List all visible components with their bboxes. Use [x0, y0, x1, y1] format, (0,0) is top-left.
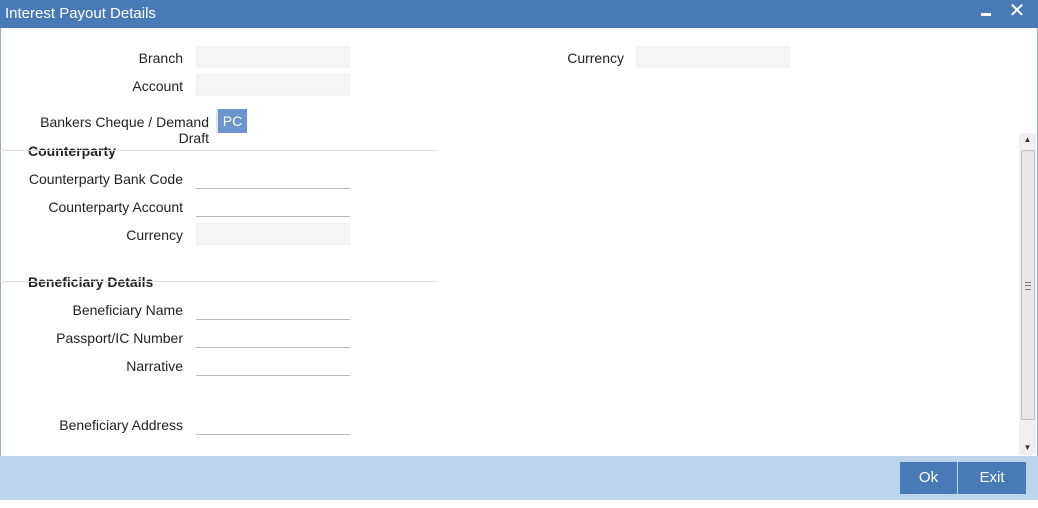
grip-icon — [1025, 282, 1031, 290]
beneficiary-divider — [0, 281, 438, 282]
vertical-scrollbar[interactable]: ▲ ▼ — [1019, 133, 1036, 455]
narrative-label: Narrative — [126, 358, 183, 374]
ok-button[interactable]: Ok — [900, 462, 957, 494]
pc-button[interactable]: PC — [216, 109, 247, 133]
scroll-up-icon[interactable]: ▲ — [1019, 133, 1036, 147]
narrative-field[interactable] — [196, 354, 350, 376]
beneficiary-address-field[interactable] — [196, 413, 350, 435]
branch-field[interactable] — [196, 46, 350, 68]
counterparty-currency-label: Currency — [126, 227, 183, 243]
branch-label: Branch — [138, 50, 183, 66]
close-icon[interactable]: ✕ — [1006, 0, 1028, 26]
bottom-edge — [0, 500, 1038, 508]
beneficiary-name-label: Beneficiary Name — [72, 302, 184, 318]
beneficiary-address-label: Beneficiary Address — [59, 417, 183, 433]
currency-field[interactable] — [636, 46, 790, 68]
scrollbar-thumb[interactable] — [1021, 150, 1035, 420]
exit-button[interactable]: Exit — [958, 462, 1026, 494]
passport-ic-number-label: Passport/IC Number — [56, 330, 183, 346]
counterparty-currency-field[interactable] — [196, 223, 350, 245]
title-bar: Interest Payout Details ✕ — [0, 0, 1038, 28]
account-field[interactable] — [196, 74, 350, 96]
minimize-icon[interactable] — [975, 0, 997, 26]
counterparty-bank-code-label: Counterparty Bank Code — [28, 171, 183, 187]
counterparty-divider — [0, 150, 438, 151]
counterparty-account-field[interactable] — [196, 195, 350, 217]
instrument-label: Bankers Cheque / Demand Draft — [40, 114, 209, 146]
scroll-down-icon[interactable]: ▼ — [1019, 441, 1036, 455]
footer-bar: Ok Exit — [0, 456, 1038, 500]
counterparty-bank-code-field[interactable] — [196, 167, 350, 189]
counterparty-account-label: Counterparty Account — [48, 199, 183, 215]
account-label: Account — [132, 78, 183, 94]
passport-ic-number-field[interactable] — [196, 326, 350, 348]
beneficiary-section-title: Beneficiary Details — [28, 274, 154, 290]
window-title: Interest Payout Details — [5, 5, 156, 22]
beneficiary-name-field[interactable] — [196, 298, 350, 320]
counterparty-section-title: Counterparty — [28, 143, 116, 159]
currency-label: Currency — [567, 50, 624, 66]
